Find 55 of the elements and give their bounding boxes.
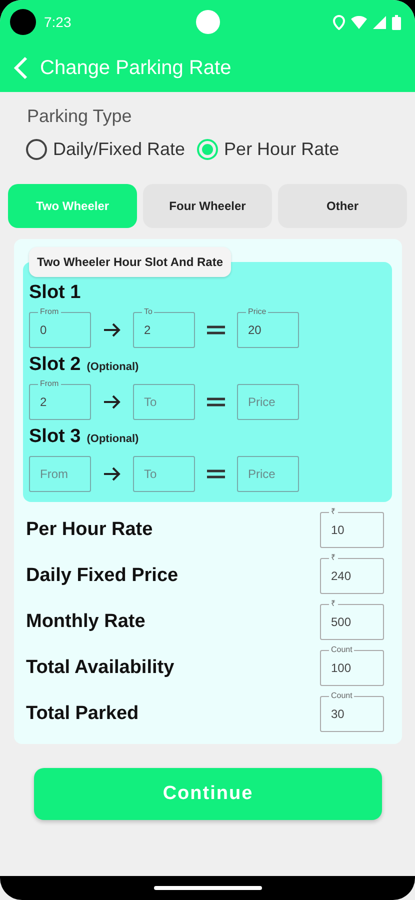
field-label: ₹ <box>329 553 338 563</box>
slot-note: (Optional) <box>86 433 139 445</box>
field-value: 2 <box>144 323 151 337</box>
field-label: Count <box>329 645 354 655</box>
field-label: Price <box>246 307 268 317</box>
slot-note: (Optional) <box>86 361 139 373</box>
battery-icon <box>392 14 401 30</box>
field-label: From <box>38 379 61 389</box>
wifi-icon <box>351 16 367 28</box>
field-value: 100 <box>331 661 352 675</box>
rate-label: Per Hour Rate <box>26 519 153 541</box>
vehicle-tab[interactable]: Other <box>278 184 407 228</box>
vehicle-tab[interactable]: Four Wheeler <box>143 184 272 228</box>
notch-dot <box>196 10 220 34</box>
field-value: 0 <box>40 323 47 337</box>
rate-label: Total Availability <box>26 657 174 679</box>
rate-label: Monthly Rate <box>26 611 146 633</box>
screen-title: Change Parking Rate <box>40 56 232 80</box>
arrow-icon <box>103 467 121 481</box>
field-value: 2 <box>40 395 47 409</box>
camera-hole <box>10 9 36 35</box>
slot-label: Slot 1 <box>29 282 81 304</box>
field-label: From <box>38 307 61 317</box>
equals-icon <box>207 469 225 479</box>
home-handle[interactable] <box>154 886 262 890</box>
card-title: Two Wheeler Hour Slot And Rate <box>29 247 232 277</box>
field-value: 240 <box>331 569 352 583</box>
field-label: ₹ <box>329 507 338 517</box>
section-label: Parking Type <box>27 106 133 127</box>
radio-option[interactable]: Daily/Fixed Rate <box>26 139 186 160</box>
signal-icon <box>373 16 386 28</box>
field-label: Count <box>329 691 354 701</box>
field-value: 20 <box>248 323 262 337</box>
field-placeholder: Price <box>248 467 276 481</box>
slot-label: Slot 3 <box>29 426 81 448</box>
rate-label: Total Parked <box>26 703 139 725</box>
arrow-icon <box>103 323 121 337</box>
field-label: To <box>142 307 154 317</box>
location-icon <box>333 14 345 30</box>
status-time: 7:23 <box>44 14 72 30</box>
arrow-icon <box>103 395 121 409</box>
field-placeholder: To <box>144 467 157 481</box>
field-value: 30 <box>331 707 344 721</box>
rate-label: Daily Fixed Price <box>26 565 178 587</box>
field-value: 10 <box>331 523 344 537</box>
field-placeholder: To <box>144 395 157 409</box>
field-value: 500 <box>331 615 352 629</box>
radio-option[interactable]: Per Hour Rate <box>197 139 340 160</box>
field-label: ₹ <box>329 599 338 609</box>
slot-label: Slot 2 <box>29 354 81 376</box>
back-icon[interactable] <box>14 56 28 80</box>
equals-icon <box>207 325 225 335</box>
field-placeholder: Price <box>248 395 276 409</box>
field-placeholder: From <box>40 467 68 481</box>
equals-icon <box>207 397 225 407</box>
